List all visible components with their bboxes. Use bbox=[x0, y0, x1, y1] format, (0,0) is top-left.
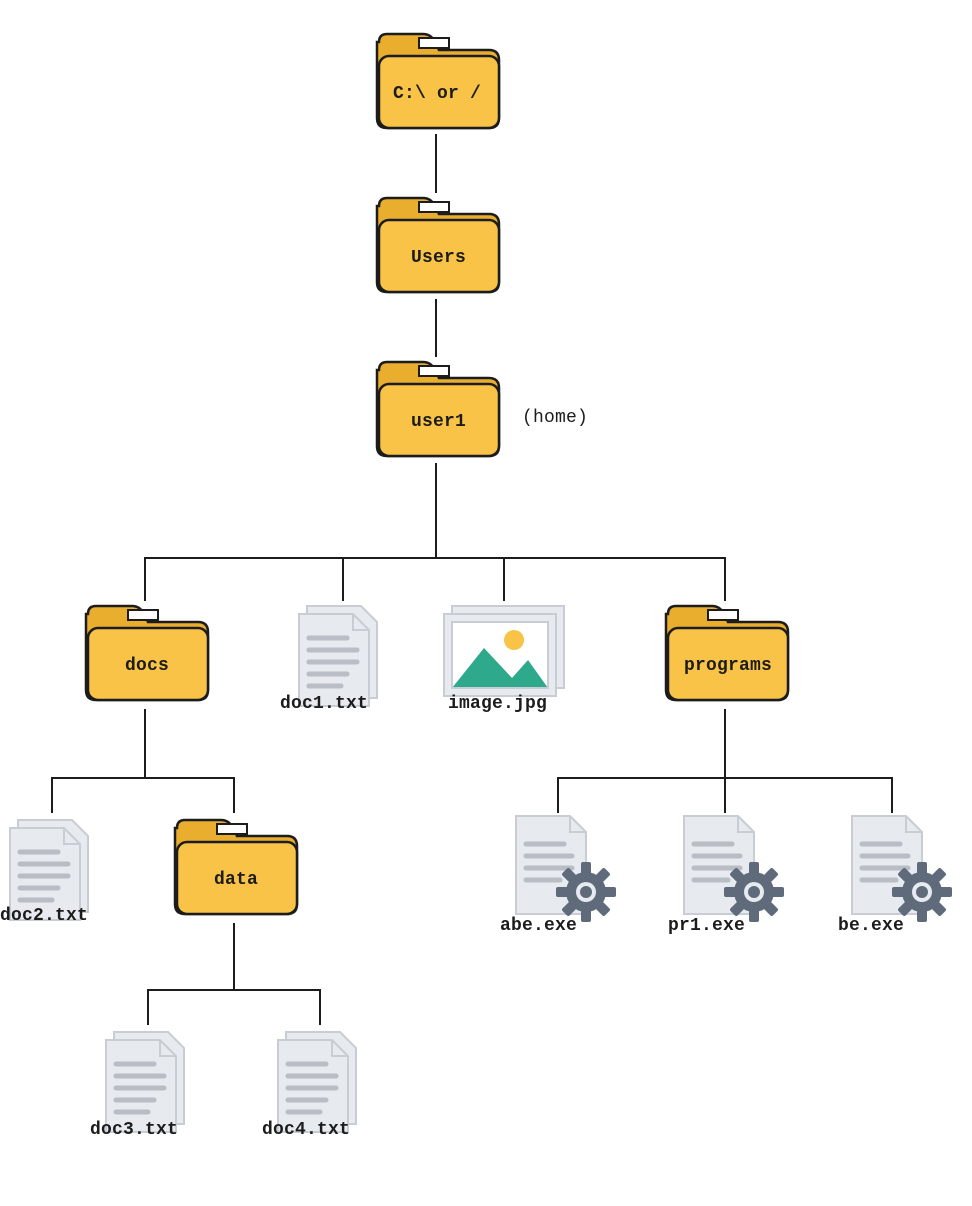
filesystem-tree-diagram: C:\ or / Users user1 (home) docs doc1.tx… bbox=[0, 0, 972, 1206]
image-icon bbox=[440, 604, 570, 704]
folder-label: data bbox=[214, 870, 258, 890]
folder-label: docs bbox=[125, 656, 169, 676]
executable-icon bbox=[500, 810, 620, 930]
folder-users: Users bbox=[371, 192, 501, 297]
folder-label: Users bbox=[411, 248, 466, 268]
folder-data: data bbox=[169, 814, 299, 919]
folder-label: user1 bbox=[411, 412, 466, 432]
folder-docs: docs bbox=[80, 600, 210, 705]
file-label: be.exe bbox=[838, 916, 904, 936]
folder-root: C:\ or / bbox=[371, 28, 501, 133]
file-label: doc2.txt bbox=[0, 906, 88, 926]
file-label: doc3.txt bbox=[90, 1120, 178, 1140]
file-label: abe.exe bbox=[500, 916, 577, 936]
folder-label: programs bbox=[684, 656, 772, 676]
executable-icon bbox=[668, 810, 788, 930]
folder-label: C:\ or / bbox=[393, 84, 481, 104]
folder-icon bbox=[660, 600, 790, 705]
file-label: doc4.txt bbox=[262, 1120, 350, 1140]
file-image bbox=[440, 604, 570, 704]
folder-icon bbox=[371, 192, 501, 297]
home-annotation: (home) bbox=[522, 408, 588, 428]
folder-user1: user1 bbox=[371, 356, 501, 461]
file-be bbox=[836, 810, 956, 930]
file-pr1 bbox=[668, 810, 788, 930]
folder-programs: programs bbox=[660, 600, 790, 705]
folder-icon bbox=[371, 356, 501, 461]
executable-icon bbox=[836, 810, 956, 930]
file-label: doc1.txt bbox=[280, 694, 368, 714]
folder-icon bbox=[80, 600, 210, 705]
file-label: image.jpg bbox=[448, 694, 547, 714]
file-abe bbox=[500, 810, 620, 930]
file-label: pr1.exe bbox=[668, 916, 745, 936]
folder-icon bbox=[371, 28, 501, 133]
folder-icon bbox=[169, 814, 299, 919]
